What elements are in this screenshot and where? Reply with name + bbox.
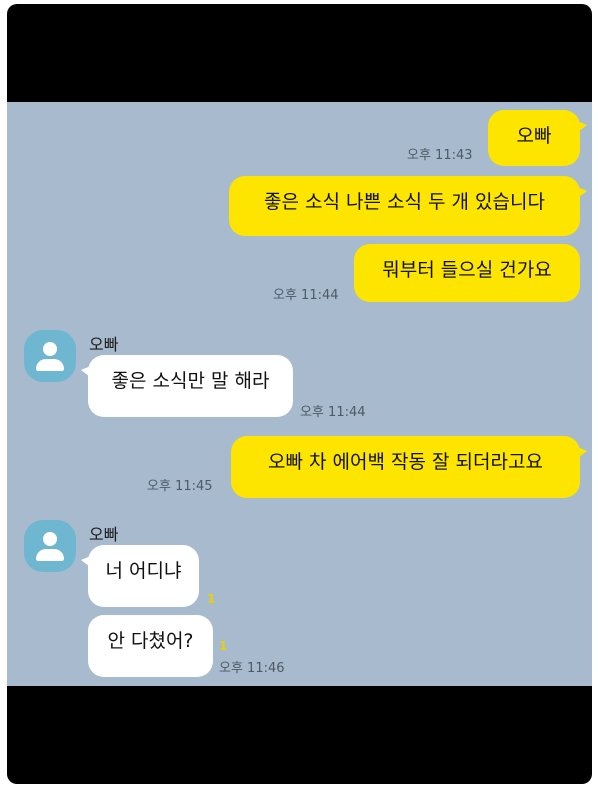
message-text: 뭐부터 들으실 건가요 [382, 259, 552, 281]
message-time: 오후 11:43 [407, 148, 473, 163]
message-time: 오후 11:45 [147, 479, 213, 494]
message-text: 좋은 소식 나쁜 소식 두 개 있습니다 [264, 191, 545, 213]
incoming-message[interactable]: 좋은 소식만 말 해라 [81, 355, 293, 417]
sender-name: 오빠 [89, 335, 119, 354]
profile-avatar-icon[interactable] [24, 330, 76, 382]
sender-name: 오빠 [89, 525, 119, 544]
message-text: 안 다쳤어? [107, 630, 194, 652]
message-text: 오빠 [516, 125, 552, 147]
unread-count-badge: 1 [219, 639, 228, 653]
outgoing-message[interactable]: 좋은 소식 나쁜 소식 두 개 있습니다 [229, 176, 587, 236]
outgoing-message[interactable]: 오빠 차 에어백 작동 잘 되더라고요 [231, 436, 587, 498]
avatar-body [36, 359, 64, 371]
image-frame: 오빠 오후 11:43 좋은 소식 나쁜 소식 두 개 있습니다 뭐부터 들으실… [7, 4, 592, 784]
avatar-head [43, 342, 57, 356]
unread-count-badge: 1 [207, 592, 216, 606]
message-time: 오후 11:44 [273, 288, 339, 303]
profile-avatar-icon[interactable] [24, 520, 76, 572]
outgoing-message[interactable]: 뭐부터 들으실 건가요 [354, 244, 580, 302]
incoming-message[interactable]: 안 다쳤어? [88, 615, 213, 677]
avatar-body [36, 549, 64, 561]
avatar-head [43, 532, 57, 546]
message-text: 좋은 소식만 말 해라 [111, 370, 270, 392]
message-time: 오후 11:44 [300, 405, 366, 420]
message-text: 너 어디냐 [105, 560, 182, 582]
message-time: 오후 11:46 [219, 661, 285, 676]
incoming-message[interactable]: 너 어디냐 [81, 545, 199, 607]
outgoing-message[interactable]: 오빠 [488, 110, 587, 166]
chat-area[interactable]: 오빠 오후 11:43 좋은 소식 나쁜 소식 두 개 있습니다 뭐부터 들으실… [7, 102, 592, 686]
message-text: 오빠 차 에어백 작동 잘 되더라고요 [268, 451, 543, 473]
